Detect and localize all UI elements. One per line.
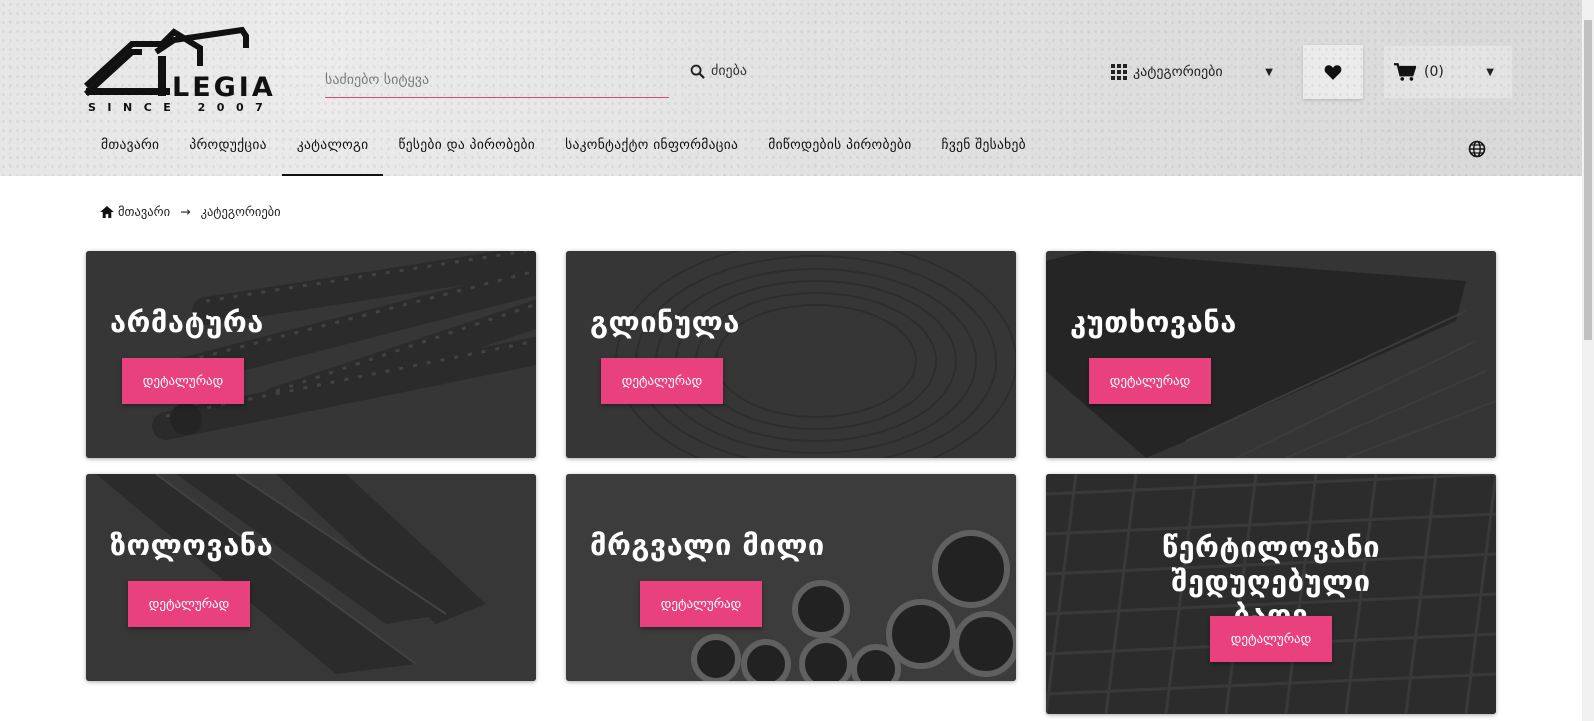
categories-label: კატეგორიები: [1133, 64, 1223, 80]
logo-since: SINCE 2007: [88, 101, 275, 114]
details-button[interactable]: დეტალურად: [122, 358, 244, 404]
caret-down-icon: ▼: [1486, 66, 1494, 78]
breadcrumb-current: კატეგორიები: [200, 204, 281, 219]
cart-count: (0): [1424, 64, 1444, 80]
scrollbar[interactable]: [1582, 0, 1594, 721]
card-overlay: [86, 251, 536, 458]
card-title: ზოლოვანა: [110, 528, 274, 562]
search-input[interactable]: [325, 56, 669, 98]
nav-item[interactable]: მთავარი: [86, 132, 174, 176]
site-header: LEGIA SINCE 2007 ძიება კატეგორიები ▼ (0): [0, 0, 1582, 176]
search-button[interactable]: ძიება: [690, 60, 747, 82]
grid-icon: [1111, 64, 1127, 80]
category-card-welded-mesh[interactable]: წერტილოვანი შედუღებული ბადე დეტალურად: [1046, 474, 1496, 714]
card-overlay: [1046, 251, 1496, 458]
caret-down-icon: ▼: [1265, 66, 1273, 78]
wishlist-button[interactable]: [1303, 45, 1363, 99]
card-overlay: [566, 474, 1016, 681]
nav-item[interactable]: საკონტაქტო ინფორმაცია: [550, 132, 753, 176]
category-card-wire-coil[interactable]: გლინულა დეტალურად: [566, 251, 1016, 458]
categories-dropdown[interactable]: კატეგორიები ▼: [1111, 57, 1285, 87]
main-nav: მთავარი პროდუქცია კატალოგი წესები და პირობე…: [86, 132, 1041, 176]
globe-icon[interactable]: [1468, 140, 1486, 158]
breadcrumb: მთავარი → კატეგორიები: [100, 204, 281, 219]
heart-icon: [1324, 65, 1342, 80]
nav-item[interactable]: ჩვენ შესახებ: [927, 132, 1041, 176]
scrollbar-thumb[interactable]: [1584, 20, 1592, 340]
category-card-flat-bar[interactable]: ზოლოვანა დეტალურად: [86, 474, 536, 681]
details-button[interactable]: დეტალურად: [640, 581, 762, 627]
search-button-label: ძიება: [711, 63, 748, 79]
site-logo[interactable]: LEGIA SINCE 2007: [84, 26, 299, 118]
card-title: მრგვალი მილი: [590, 528, 825, 562]
cart-button[interactable]: (0) ▼: [1384, 46, 1512, 98]
card-title: გლინულა: [590, 305, 740, 339]
details-button[interactable]: დეტალურად: [1210, 616, 1332, 662]
breadcrumb-home-label: მთავარი: [118, 204, 171, 219]
details-button[interactable]: დეტალურად: [128, 581, 250, 627]
home-icon: [100, 205, 114, 218]
nav-item[interactable]: მიწოდების პირობები: [753, 132, 926, 176]
arrow-right-icon: →: [180, 204, 191, 219]
nav-item[interactable]: კატალოგი: [281, 132, 384, 176]
logo-text: LEGIA: [172, 72, 276, 103]
category-card-round-pipe[interactable]: მრგვალი მილი დეტალურად: [566, 474, 1016, 681]
nav-item[interactable]: წესები და პირობები: [383, 132, 550, 176]
nav-item[interactable]: პროდუქცია: [174, 132, 281, 176]
search-icon: [690, 64, 705, 79]
breadcrumb-home[interactable]: მთავარი: [100, 204, 170, 219]
category-card-angle-steel[interactable]: კუთხოვანა დეტალურად: [1046, 251, 1496, 458]
card-title: კუთხოვანა: [1070, 305, 1237, 339]
card-overlay: [566, 251, 1016, 458]
card-title: არმატურა: [110, 305, 264, 339]
category-card-rebar[interactable]: არმატურა დეტალურად: [86, 251, 536, 458]
details-button[interactable]: დეტალურად: [601, 358, 723, 404]
card-overlay: [86, 474, 536, 681]
details-button[interactable]: დეტალურად: [1089, 358, 1211, 404]
cart-icon: [1394, 62, 1416, 81]
